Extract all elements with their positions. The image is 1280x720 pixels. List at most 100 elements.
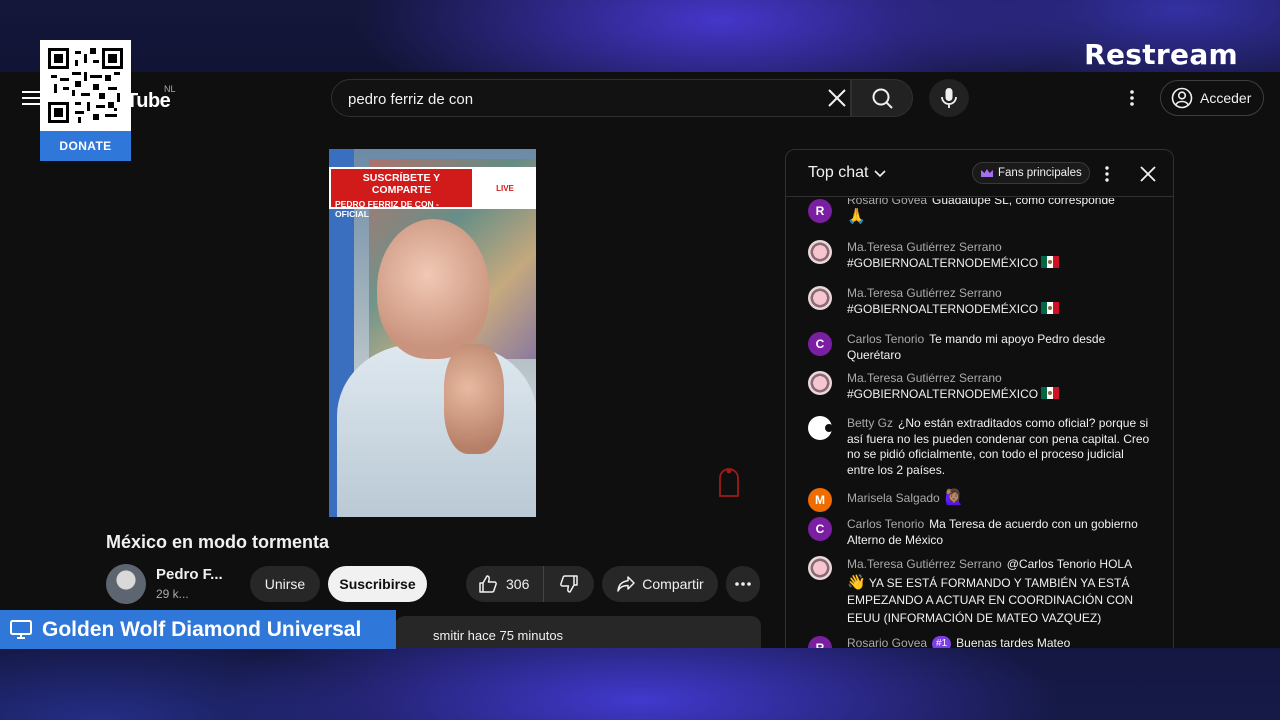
chat-message-text: Betty Gz ¿No están extraditados como ofic…	[847, 416, 1153, 478]
donate-card[interactable]: DONATE	[40, 40, 131, 161]
chat-message-body: Guadalupe SL, como corresponde	[932, 198, 1115, 207]
channel-name[interactable]: Pedro F...	[156, 566, 223, 583]
description-box[interactable]: smitir hace 75 minutos	[395, 616, 761, 648]
thumbs-down-icon	[560, 575, 578, 593]
video-person-hand	[444, 344, 504, 454]
clear-search-icon[interactable]	[826, 87, 848, 109]
chat-author[interactable]: Carlos Tenorio	[847, 332, 924, 346]
like-count: 306	[506, 576, 530, 592]
donate-button[interactable]: DONATE	[40, 131, 131, 161]
share-icon	[617, 576, 636, 592]
chat-author[interactable]: Rosario Govea	[847, 198, 927, 207]
channel-avatar[interactable]	[106, 564, 146, 604]
chat-message-text: Rosario Govea Guadalupe SL, como correspo…	[847, 198, 1153, 225]
video-title: México en modo tormenta	[106, 532, 330, 552]
banner-line-2: PEDRO FERRIZ DE CON - OFICIAL	[335, 199, 439, 219]
sign-in-label: Acceder	[1200, 90, 1252, 106]
live-chat-panel: Top chat Fans principales R Rosario Gove…	[785, 149, 1174, 648]
top-fans-label: Fans principales	[998, 167, 1082, 179]
like-button[interactable]: 306	[466, 566, 544, 602]
search-box	[331, 79, 851, 117]
search-input[interactable]	[348, 89, 808, 109]
country-code: NL	[164, 84, 176, 94]
chat-avatar[interactable]: C	[808, 332, 832, 356]
chat-message: M Marisela Salgado 🙋🏽‍♀️	[808, 488, 1153, 512]
chat-message-text: Ma.Teresa Gutiérrez Serrano #GOBIERNOALTE…	[847, 240, 1153, 271]
share-label: Compartir	[642, 576, 704, 592]
banner-line-1: SUSCRÍBETE Y COMPARTE	[362, 172, 441, 196]
more-options-icon[interactable]	[1120, 84, 1144, 112]
chat-message: R Rosario Govea Guadalupe SL, como corres…	[808, 198, 1153, 225]
chat-emoji: 🙏	[847, 207, 866, 225]
chat-message: Betty Gz ¿No están extraditados como ofic…	[808, 416, 1153, 478]
dislike-button[interactable]	[544, 566, 594, 602]
voice-search-button[interactable]	[929, 79, 969, 117]
channel-watermark-icon	[716, 466, 742, 500]
chat-message: C Carlos Tenorio Te mando mi apoyo Pedro …	[808, 332, 1153, 363]
chat-author[interactable]: Betty Gz	[847, 416, 893, 430]
chat-avatar[interactable]	[808, 556, 832, 580]
chat-message-text: Ma.Teresa Gutiérrez Serrano #GOBIERNOALTE…	[847, 286, 1153, 317]
chat-message: Ma.Teresa Gutiérrez Serrano #GOBIERNOALTE…	[808, 286, 1153, 317]
monitor-icon	[10, 619, 32, 639]
chat-message-body: Buenas tardes Mateo	[956, 636, 1071, 648]
chat-avatar[interactable]: C	[808, 517, 832, 541]
crown-icon	[981, 169, 993, 177]
channel-subscriber-count: 29 k...	[156, 587, 189, 601]
restream-logo: Restream	[1084, 38, 1238, 71]
video-player[interactable]: SUSCRÍBETE Y COMPARTE PEDRO FERRIZ DE CO…	[329, 149, 536, 517]
chat-emoji: 👋	[847, 573, 866, 591]
chat-mode-label: Top chat	[808, 164, 869, 181]
chat-more-icon[interactable]	[1098, 163, 1116, 185]
subscribe-button[interactable]: Suscribirse	[328, 566, 427, 602]
chat-mode-dropdown[interactable]: Top chat	[808, 164, 888, 182]
thumbs-up-icon	[479, 575, 497, 593]
microphone-icon	[941, 88, 957, 108]
chat-avatar[interactable]	[808, 416, 833, 440]
chat-author[interactable]: Ma.Teresa Gutiérrez Serrano	[847, 286, 1002, 300]
search-button[interactable]	[851, 79, 913, 117]
chat-avatar[interactable]: M	[808, 488, 832, 512]
chat-author[interactable]: Rosario Govea	[847, 636, 927, 648]
chat-message: Ma.Teresa Gutiérrez Serrano #GOBIERNOALTE…	[808, 240, 1153, 271]
chat-avatar[interactable]	[808, 286, 832, 310]
join-button[interactable]: Unirse	[250, 566, 320, 602]
chat-message-text: Ma.Teresa Gutiérrez Serrano @Carlos Tenor…	[847, 556, 1153, 627]
chat-avatar[interactable]: R	[808, 636, 832, 648]
mexico-flag-icon	[1041, 255, 1060, 268]
youtube-header: Tube NL Acceder	[0, 72, 1280, 124]
chat-author[interactable]: Ma.Teresa Gutiérrez Serrano	[847, 371, 1002, 385]
chat-mention: @Carlos Tenorio HOLA	[1006, 557, 1133, 571]
qr-code-icon	[48, 48, 123, 123]
share-button[interactable]: Compartir	[602, 566, 718, 602]
chat-message-body: YA SE ESTÁ FORMANDO Y TAMBIÉN YA ESTÁ EM…	[847, 575, 1134, 625]
subscribe-banner: SUSCRÍBETE Y COMPARTE PEDRO FERRIZ DE CO…	[329, 167, 474, 219]
chat-close-icon[interactable]	[1137, 163, 1159, 185]
streamer-name: Golden Wolf Diamond Universal	[42, 617, 362, 641]
chat-message-text: Marisela Salgado 🙋🏽‍♀️	[847, 488, 1153, 507]
video-more-actions-icon[interactable]	[726, 566, 760, 602]
chat-header: Top chat Fans principales	[786, 150, 1173, 197]
mexico-flag-icon	[1041, 386, 1060, 399]
member-badge: #1	[932, 636, 952, 648]
top-fans-button[interactable]: Fans principales	[972, 162, 1090, 184]
chat-message-body: #GOBIERNOALTERNODEMÉXICO	[847, 301, 1039, 316]
chat-author[interactable]: Carlos Tenorio	[847, 517, 924, 531]
mexico-flag-icon	[1041, 301, 1060, 314]
chat-avatar[interactable]	[808, 240, 832, 264]
chat-message-text: Ma.Teresa Gutiérrez Serrano #GOBIERNOALTE…	[847, 371, 1153, 402]
sign-in-button[interactable]: Acceder	[1160, 80, 1264, 116]
chevron-down-icon	[874, 170, 887, 178]
chat-author[interactable]: Marisela Salgado	[847, 491, 940, 505]
chat-avatar[interactable]	[808, 371, 832, 395]
like-dislike-group: 306	[466, 566, 594, 602]
chat-message: C Carlos Tenorio Ma Teresa de acuerdo con…	[808, 517, 1153, 548]
chat-author[interactable]: Ma.Teresa Gutiérrez Serrano	[847, 557, 1002, 571]
streamer-name-banner: Golden Wolf Diamond Universal	[0, 610, 396, 649]
video-person-head	[377, 219, 489, 359]
chat-avatar[interactable]: R	[808, 199, 832, 223]
chat-author[interactable]: Ma.Teresa Gutiérrez Serrano	[847, 240, 1002, 254]
chat-message: Ma.Teresa Gutiérrez Serrano #GOBIERNOALTE…	[808, 371, 1153, 402]
chat-message-text: Carlos Tenorio Ma Teresa de acuerdo con u…	[847, 517, 1153, 548]
account-icon	[1171, 87, 1193, 109]
